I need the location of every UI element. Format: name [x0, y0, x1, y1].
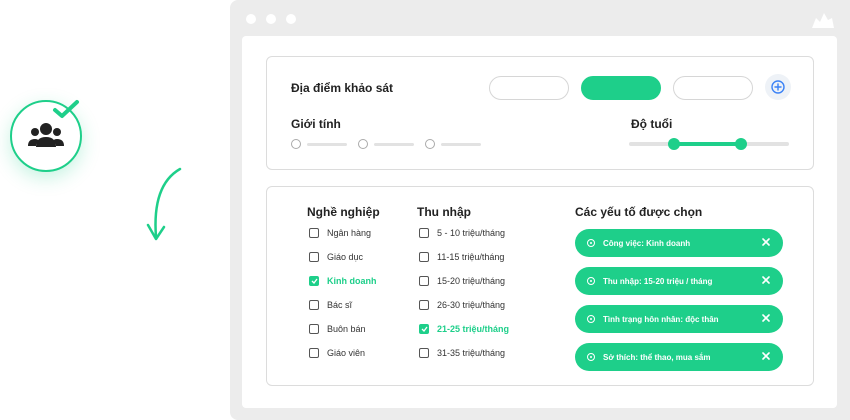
location-label: Địa điểm khảo sát: [291, 81, 394, 95]
gender-option-1[interactable]: [291, 139, 347, 149]
window-dot-close[interactable]: [246, 14, 256, 24]
radio-button[interactable]: [425, 139, 435, 149]
list-item[interactable]: 11-15 triệu/tháng: [419, 245, 509, 269]
list-item-label: Giáo dục: [327, 252, 364, 262]
list-item[interactable]: Bác sĩ: [309, 293, 377, 317]
option-placeholder: [307, 142, 347, 146]
bullet-icon: [587, 239, 595, 247]
option-placeholder: [374, 142, 414, 146]
checkbox[interactable]: [309, 228, 319, 238]
list-item-label: Kinh doanh: [327, 276, 377, 286]
arrow-down-icon: [146, 167, 182, 241]
tag-label: Sở thích: thể thao, mua sắm: [603, 352, 711, 362]
gender-option-2[interactable]: [358, 139, 414, 149]
list-item[interactable]: Ngân hàng: [309, 221, 377, 245]
window-controls: [246, 14, 296, 24]
window-dot-maximize[interactable]: [286, 14, 296, 24]
check-icon: [53, 100, 79, 118]
close-icon[interactable]: [761, 237, 771, 247]
close-icon[interactable]: [761, 351, 771, 361]
tag-label: Tình trạng hôn nhân: độc thân: [603, 314, 719, 324]
list-item[interactable]: Kinh doanh: [309, 269, 377, 293]
selected-factor-tag: Sở thích: thể thao, mua sắm: [575, 343, 783, 371]
list-item-label: 5 - 10 triệu/tháng: [437, 228, 506, 238]
list-item[interactable]: 31-35 triệu/tháng: [419, 341, 509, 365]
brand-logo-icon: [812, 13, 834, 28]
tag-label: Công việc: Kinh doanh: [603, 238, 691, 248]
plus-circle-icon: [771, 80, 785, 94]
checkbox[interactable]: [309, 324, 319, 334]
selected-factors-list: Công việc: Kinh doanh Thu nhập: 15-20 tri…: [575, 229, 783, 381]
bullet-icon: [587, 277, 595, 285]
location-option-2[interactable]: [581, 76, 661, 100]
survey-filters-panel: Địa điểm khảo sát Giới tính Độ tuổi: [266, 56, 814, 170]
list-item-label: 11-15 triệu/tháng: [437, 252, 505, 262]
list-item[interactable]: Buôn bán: [309, 317, 377, 341]
list-item[interactable]: 21-25 triệu/tháng: [419, 317, 509, 341]
income-list: 5 - 10 triệu/tháng 11-15 triệu/tháng 15-20…: [419, 221, 509, 365]
checkmark-icon: [421, 326, 428, 332]
radio-button[interactable]: [358, 139, 368, 149]
tag-label: Thu nhập: 15-20 triệu / tháng: [603, 276, 713, 286]
list-item-label: 21-25 triệu/tháng: [437, 324, 510, 334]
list-item-label: Giáo viên: [327, 348, 366, 358]
close-icon[interactable]: [761, 313, 771, 323]
list-item[interactable]: Giáo dục: [309, 245, 377, 269]
checkbox[interactable]: [419, 276, 429, 286]
list-item-label: Bác sĩ: [327, 300, 353, 310]
checkbox[interactable]: [309, 300, 319, 310]
income-title: Thu nhập: [417, 205, 471, 219]
checkbox[interactable]: [419, 324, 429, 334]
list-item-label: Ngân hàng: [327, 228, 372, 238]
age-max-handle[interactable]: [735, 138, 747, 150]
window-dot-minimize[interactable]: [266, 14, 276, 24]
close-icon[interactable]: [761, 275, 771, 285]
age-range-slider[interactable]: [629, 138, 789, 150]
age-range-fill: [673, 142, 741, 146]
selected-factor-tag: Tình trạng hôn nhân: độc thân: [575, 305, 783, 333]
age-min-handle[interactable]: [667, 138, 680, 150]
checkbox[interactable]: [419, 348, 429, 358]
checkbox[interactable]: [419, 228, 429, 238]
list-item[interactable]: 15-20 triệu/tháng: [419, 269, 509, 293]
list-item-label: 15-20 triệu/tháng: [437, 276, 506, 286]
list-item-label: 31-35 triệu/tháng: [437, 348, 506, 358]
gender-option-3[interactable]: [425, 139, 481, 149]
checkbox[interactable]: [309, 348, 319, 358]
bullet-icon: [587, 315, 595, 323]
list-item-label: 26-30 triệu/tháng: [437, 300, 506, 310]
checkbox[interactable]: [309, 276, 319, 286]
checkbox[interactable]: [419, 252, 429, 262]
selected-factor-tag: Thu nhập: 15-20 triệu / tháng: [575, 267, 783, 295]
users-icon: [28, 123, 64, 147]
location-option-3[interactable]: [673, 76, 753, 100]
occupation-title: Nghề nghiệp: [307, 205, 380, 219]
bullet-icon: [587, 353, 595, 361]
add-location-button[interactable]: [765, 74, 791, 100]
criteria-panel: Nghề nghiệp Ngân hàng Giáo dục Kinh doanh B…: [266, 186, 814, 386]
list-item-label: Buôn bán: [327, 324, 366, 334]
checkbox[interactable]: [309, 252, 319, 262]
list-item[interactable]: 26-30 triệu/tháng: [419, 293, 509, 317]
occupation-list: Ngân hàng Giáo dục Kinh doanh Bác sĩ Buôn bá…: [309, 221, 377, 365]
radio-button[interactable]: [291, 139, 301, 149]
selected-factor-tag: Công việc: Kinh doanh: [575, 229, 783, 257]
selected-factors-title: Các yếu tố được chọn: [575, 205, 703, 219]
checkbox[interactable]: [419, 300, 429, 310]
checkmark-icon: [311, 278, 318, 284]
main-content: Địa điểm khảo sát Giới tính Độ tuổi Nghề…: [242, 36, 837, 408]
location-option-1[interactable]: [489, 76, 569, 100]
age-label: Độ tuổi: [631, 117, 673, 131]
list-item[interactable]: Giáo viên: [309, 341, 377, 365]
browser-window: Địa điểm khảo sát Giới tính Độ tuổi Nghề…: [230, 0, 850, 420]
option-placeholder: [441, 142, 481, 146]
list-item[interactable]: 5 - 10 triệu/tháng: [419, 221, 509, 245]
gender-label: Giới tính: [291, 117, 341, 131]
